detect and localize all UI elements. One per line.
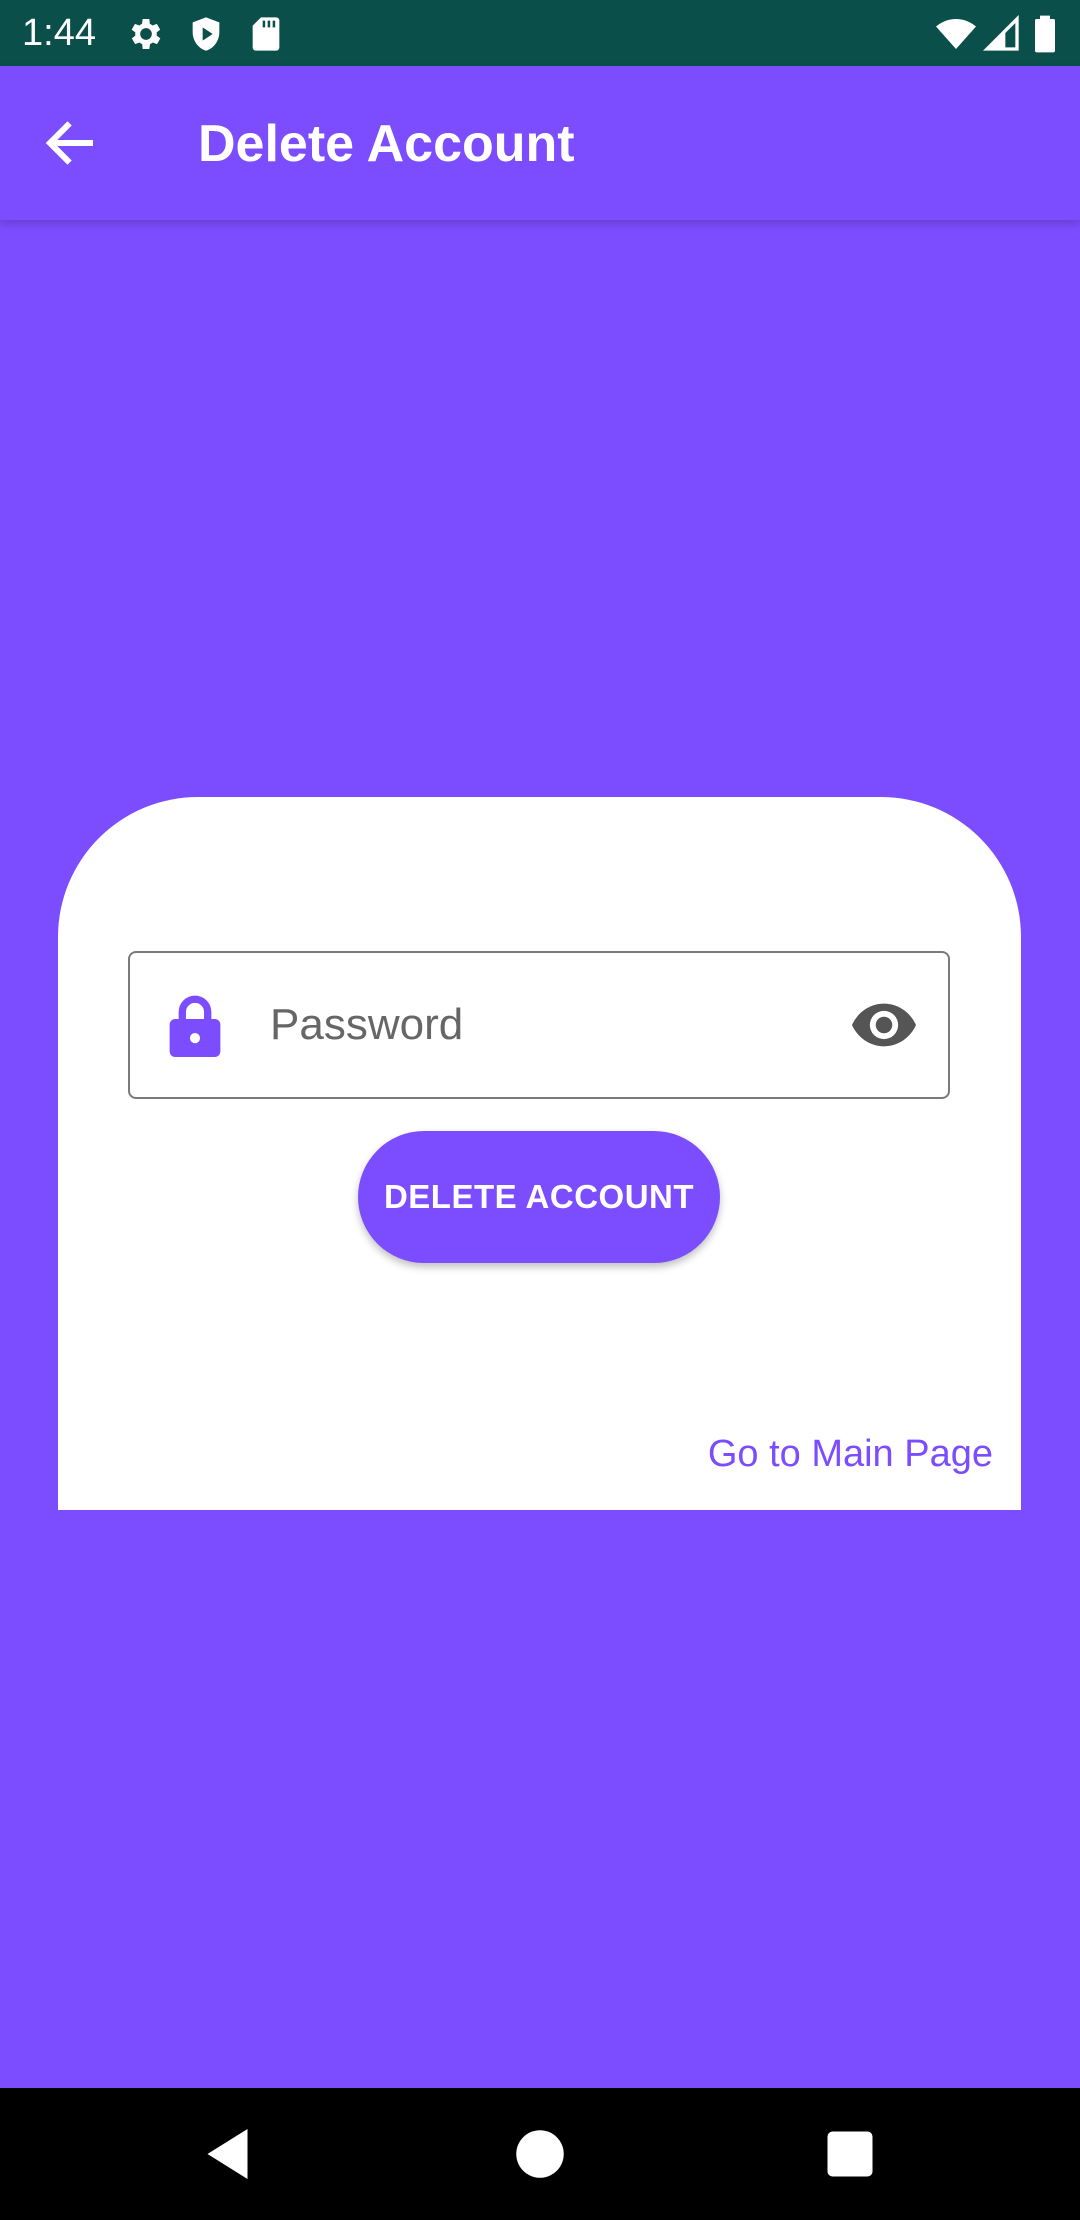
back-triangle-icon[interactable] xyxy=(200,2124,260,2184)
battery-icon xyxy=(1030,14,1060,54)
delete-account-card: DELETE ACCOUNT Go to Main Page xyxy=(58,797,1021,1510)
navigation-bar xyxy=(0,2088,1080,2220)
recents-square-icon[interactable] xyxy=(820,2124,880,2184)
status-time: 1:44 xyxy=(22,12,96,54)
go-to-main-page-link[interactable]: Go to Main Page xyxy=(708,1433,993,1476)
eye-icon[interactable] xyxy=(852,997,916,1053)
delete-account-button[interactable]: DELETE ACCOUNT xyxy=(358,1131,720,1263)
shield-play-icon xyxy=(186,14,226,54)
home-circle-icon[interactable] xyxy=(510,2124,570,2184)
page-title: Delete Account xyxy=(198,115,575,173)
wifi-icon xyxy=(934,14,978,54)
status-bar: 1:44 xyxy=(0,0,1080,66)
app-bar: Delete Account xyxy=(0,66,1080,220)
signal-icon xyxy=(982,14,1022,54)
gear-icon xyxy=(126,14,166,54)
password-input[interactable] xyxy=(270,983,810,1067)
password-field[interactable] xyxy=(128,951,950,1099)
sd-card-icon xyxy=(246,14,286,54)
arrow-back-icon[interactable] xyxy=(40,113,100,173)
lock-icon xyxy=(168,995,222,1057)
